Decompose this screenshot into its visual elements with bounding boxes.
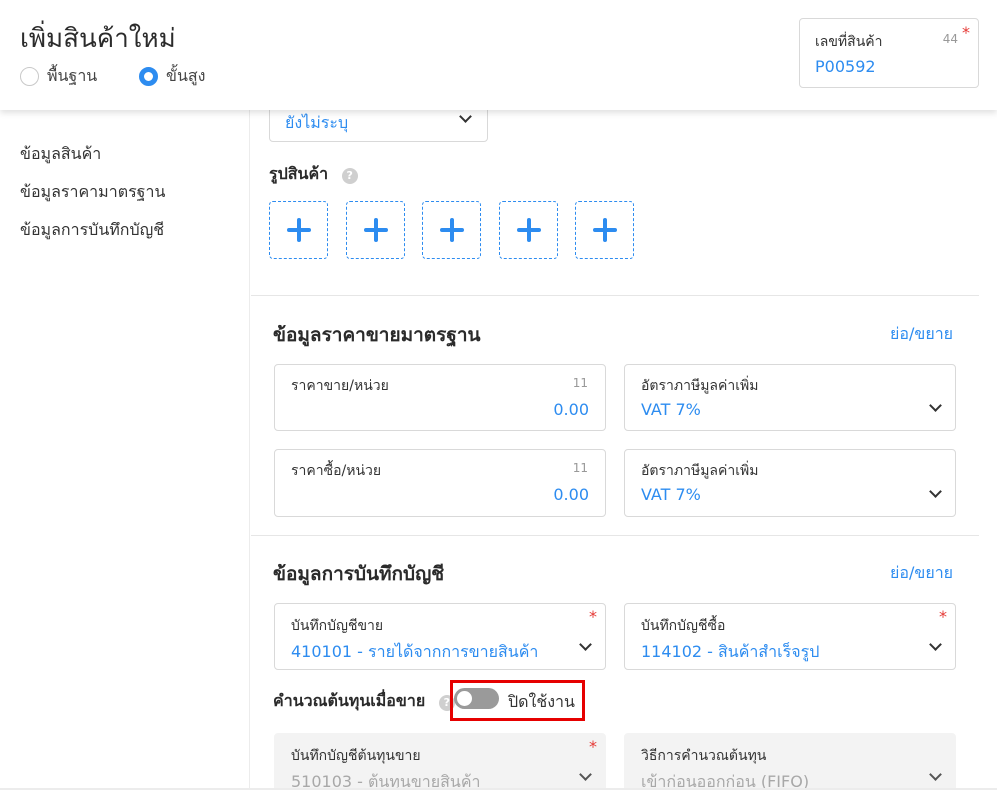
sidebar-item-accounting[interactable]: ข้อมูลการบันทึกบัญชี — [20, 218, 164, 243]
toggle-knob — [457, 691, 472, 706]
mode-label-basic: พื้นฐาน — [47, 66, 98, 85]
buy-price-label: ราคาซื้อ/หน่วย — [291, 463, 382, 479]
sales-account-label: บันทึกบัญชีขาย — [291, 618, 384, 634]
cost-calc-toggle-label: ปิดใช้งาน — [508, 692, 575, 711]
product-code-char-count: 44 — [942, 32, 958, 46]
chevron-down-icon — [579, 768, 592, 781]
sidebar-item-product-info[interactable]: ข้อมูลสินค้า — [20, 142, 101, 167]
mode-label-advanced: ขั้นสูง — [166, 66, 206, 85]
product-category-value: ยังไม่ระบุ — [285, 113, 349, 132]
required-marker: * — [589, 607, 597, 626]
sell-price-value[interactable]: 0.00 — [553, 400, 589, 419]
pricing-section-title: ข้อมูลราคาขายมาตรฐาน — [273, 324, 481, 346]
sell-price-label: ราคาขาย/หน่วย — [291, 378, 389, 394]
mode-radio-advanced[interactable]: ขั้นสูง — [139, 64, 205, 89]
page-title: เพิ่มสินค้าใหม่ — [20, 24, 176, 54]
sell-vat-label: อัตราภาษีมูลค่าเพิ่ม — [641, 378, 759, 394]
product-photos-heading: รูปสินค้า ? — [269, 162, 358, 187]
cost-account-select[interactable]: บันทึกบัญชีต้นทุนขาย * 510103 - ต้นทุนขา… — [274, 733, 606, 790]
required-marker: * — [962, 23, 970, 42]
purchase-account-select[interactable]: บันทึกบัญชีซื้อ * 114102 - สินค้าสำเร็จร… — [624, 603, 956, 670]
cost-method-value: เข้าก่อนออกก่อน (FIFO) — [641, 772, 810, 790]
plus-icon — [286, 218, 311, 242]
radio-icon[interactable] — [20, 67, 39, 86]
required-marker: * — [589, 737, 597, 756]
buy-vat-select[interactable]: อัตราภาษีมูลค่าเพิ่ม VAT 7% — [624, 449, 956, 517]
cost-calc-heading: คำนวณต้นทุนเมื่อขาย ? — [273, 689, 455, 714]
cost-account-label: บันทึกบัญชีต้นทุนขาย — [291, 748, 421, 764]
sales-account-value: 410101 - รายได้จากการขายสินค้า — [291, 642, 539, 661]
plus-icon — [363, 218, 388, 242]
buy-vat-label: อัตราภาษีมูลค่าเพิ่ม — [641, 463, 759, 479]
plus-icon — [439, 218, 464, 242]
product-code-field[interactable]: เลขที่สินค้า 44 * P00592 — [799, 18, 979, 88]
cost-method-select[interactable]: วิธีการคำนวณต้นทุน เข้าก่อนออกก่อน (FIFO… — [624, 733, 956, 790]
required-marker: * — [939, 607, 947, 626]
sell-price-field[interactable]: ราคาขาย/หน่วย 11 0.00 — [274, 364, 606, 431]
section-sidebar: ข้อมูลสินค้า ข้อมูลราคามาตรฐาน ข้อมูลการ… — [0, 110, 250, 790]
buy-price-value[interactable]: 0.00 — [553, 485, 589, 504]
sell-price-char-count: 11 — [572, 376, 588, 390]
page-header: เพิ่มสินค้าใหม่ พื้นฐาน ขั้นสูง เลขที่สิ… — [0, 0, 997, 110]
product-photos-label: รูปสินค้า — [269, 164, 329, 183]
add-photo-button-1[interactable] — [269, 201, 328, 259]
product-code-label: เลขที่สินค้า — [815, 34, 883, 50]
add-photo-button-4[interactable] — [499, 201, 558, 259]
purchase-account-label: บันทึกบัญชีซื้อ — [641, 618, 726, 634]
sell-vat-value: VAT 7% — [641, 400, 701, 419]
buy-price-char-count: 11 — [572, 461, 588, 475]
help-icon[interactable]: ? — [341, 167, 358, 184]
cost-account-value: 510103 - ต้นทุนขายสินค้า — [291, 772, 481, 790]
section-divider — [251, 295, 979, 296]
add-photo-button-3[interactable] — [422, 201, 481, 259]
chevron-down-icon — [929, 485, 942, 498]
section-divider — [251, 535, 979, 536]
chevron-down-icon — [929, 399, 942, 412]
chevron-down-icon — [579, 638, 592, 651]
cost-calc-label: คำนวณต้นทุนเมื่อขาย — [273, 691, 426, 710]
mode-radio-basic[interactable]: พื้นฐาน — [20, 64, 97, 89]
buy-price-field[interactable]: ราคาซื้อ/หน่วย 11 0.00 — [274, 449, 606, 517]
cost-calc-toggle[interactable] — [454, 688, 499, 709]
sell-vat-select[interactable]: อัตราภาษีมูลค่าเพิ่ม VAT 7% — [624, 364, 956, 431]
sales-account-select[interactable]: บันทึกบัญชีขาย * 410101 - รายได้จากการขา… — [274, 603, 606, 670]
add-photo-button-5[interactable] — [575, 201, 634, 259]
buy-vat-value: VAT 7% — [641, 485, 701, 504]
accounting-section-title: ข้อมูลการบันทึกบัญชี — [273, 563, 445, 585]
add-photo-button-2[interactable] — [346, 201, 405, 259]
sidebar-item-standard-price[interactable]: ข้อมูลราคามาตรฐาน — [20, 180, 165, 205]
cost-method-label: วิธีการคำนวณต้นทุน — [641, 748, 767, 764]
pricing-collapse-toggle[interactable]: ย่อ/ขยาย — [890, 322, 953, 347]
radio-checked-icon[interactable] — [139, 67, 158, 86]
plus-icon — [516, 218, 541, 242]
plus-icon — [592, 218, 617, 242]
chevron-down-icon — [929, 768, 942, 781]
chevron-down-icon — [459, 110, 472, 123]
accounting-collapse-toggle[interactable]: ย่อ/ขยาย — [890, 561, 953, 586]
product-code-value[interactable]: P00592 — [815, 57, 876, 76]
purchase-account-value: 114102 - สินค้าสำเร็จรูป — [641, 642, 820, 661]
chevron-down-icon — [929, 638, 942, 651]
